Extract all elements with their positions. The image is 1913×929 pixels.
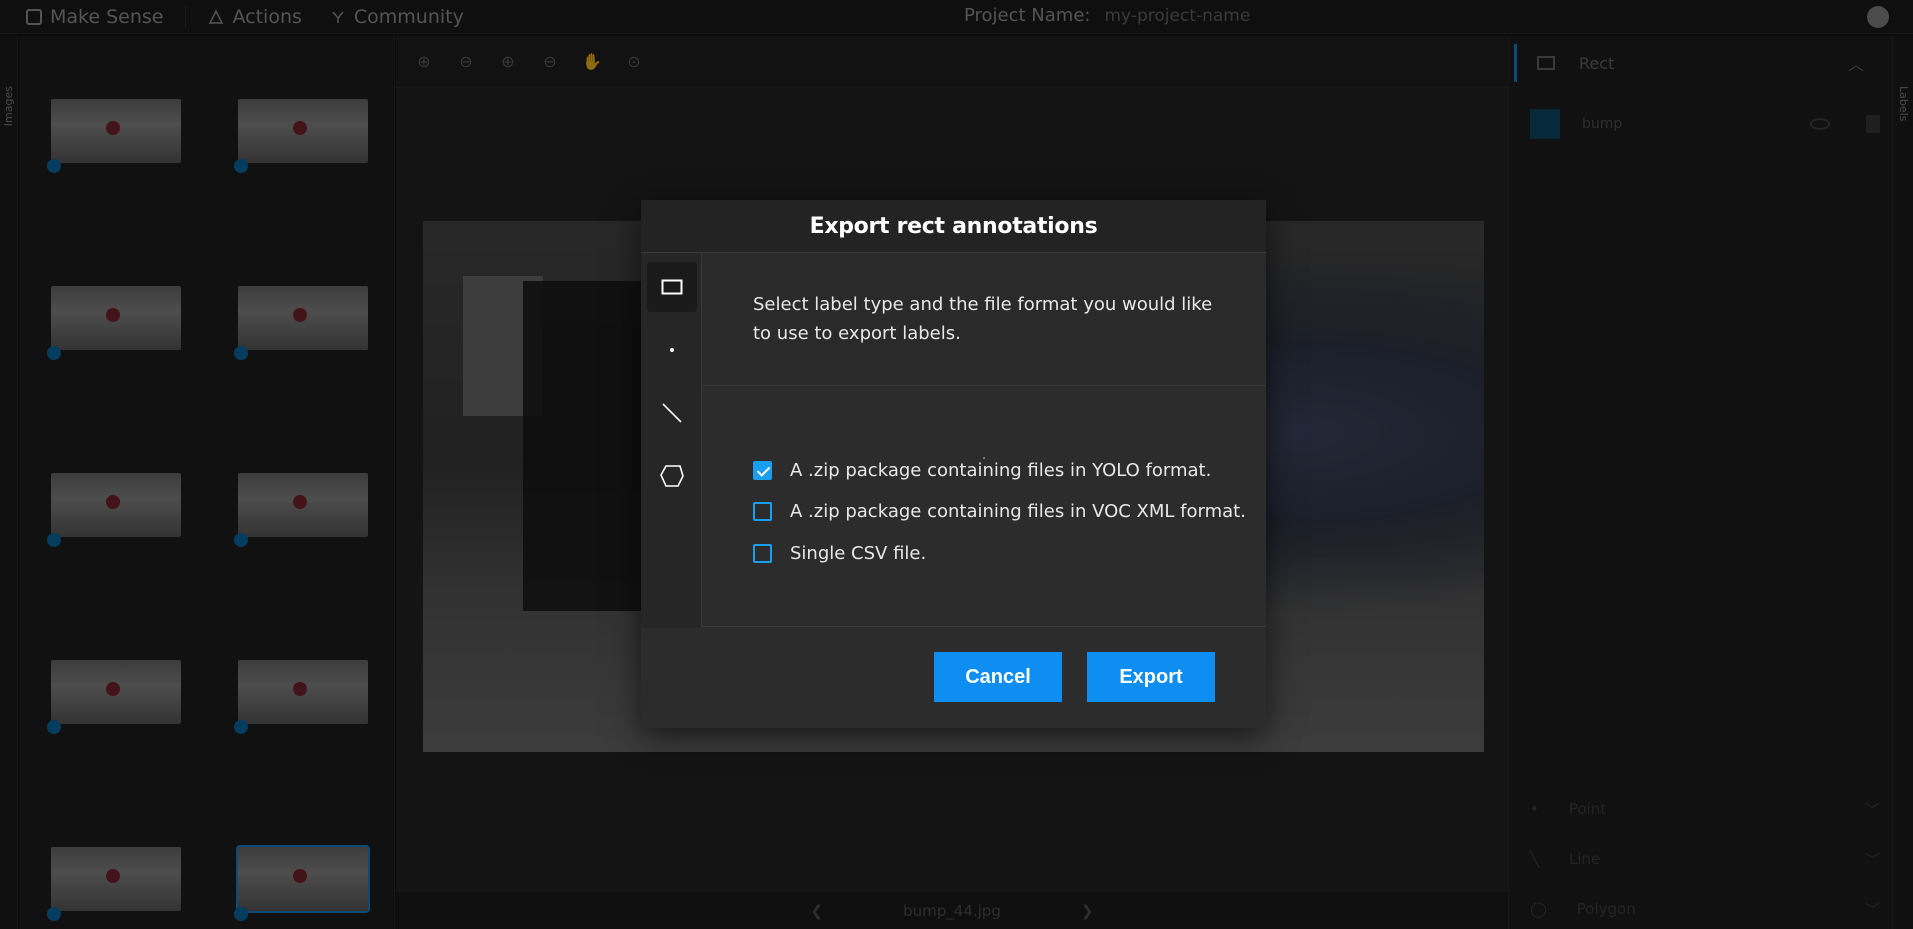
- rect-icon: [661, 279, 683, 295]
- option-label: Single CSV file.: [790, 542, 927, 564]
- option-voc-xml[interactable]: A .zip package containing files in VOC X…: [753, 501, 1246, 523]
- modal-title: Export rect annotations: [641, 200, 1266, 252]
- export-modal: Export rect annotations Select label typ…: [641, 200, 1266, 728]
- checkbox-checked[interactable]: [753, 460, 772, 480]
- tab-line[interactable]: [647, 388, 697, 438]
- cancel-button[interactable]: Cancel: [934, 652, 1062, 702]
- checkbox-unchecked[interactable]: [753, 543, 772, 563]
- tab-polygon[interactable]: [647, 451, 697, 501]
- polygon-icon: [660, 465, 684, 487]
- option-label: A .zip package containing files in VOC X…: [790, 501, 1246, 522]
- option-csv[interactable]: Single CSV file.: [753, 542, 1246, 564]
- app-root: Make Sense Actions Community Project Nam…: [0, 0, 1913, 929]
- export-instructions: Select label type and the file format yo…: [703, 253, 1266, 386]
- option-yolo[interactable]: A .zip package containing files in YOLO …: [753, 459, 1246, 481]
- line-icon: [662, 403, 682, 423]
- option-label: A .zip package containing files in YOLO …: [790, 459, 1212, 481]
- point-icon: [670, 348, 674, 352]
- export-button[interactable]: Export: [1087, 652, 1215, 702]
- tab-rect[interactable]: [647, 262, 697, 312]
- label-type-tabs: [641, 253, 702, 628]
- export-content: Select label type and the file format yo…: [703, 253, 1266, 628]
- modal-body: Select label type and the file format yo…: [641, 252, 1266, 628]
- export-format-options: A .zip package containing files in YOLO …: [753, 459, 1246, 584]
- checkbox-unchecked[interactable]: [753, 502, 772, 521]
- tab-point[interactable]: [647, 325, 697, 375]
- modal-footer: Cancel Export: [641, 628, 1266, 728]
